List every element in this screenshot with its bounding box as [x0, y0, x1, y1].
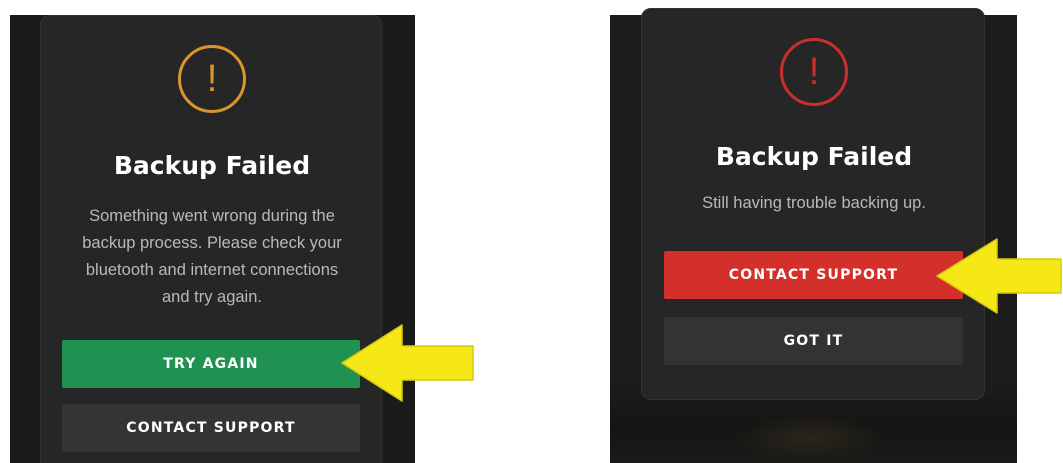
left-pointing-arrow-icon	[341, 324, 474, 402]
exclamation-circle-icon: !	[178, 45, 246, 113]
left-pointing-arrow-icon	[936, 238, 1062, 314]
contact-support-button[interactable]: CONTACT SUPPORT	[664, 251, 963, 299]
exclamation-circle-icon: !	[780, 38, 848, 106]
alert-glyph: !	[206, 57, 218, 100]
try-again-button[interactable]: TRY AGAIN	[62, 340, 360, 388]
got-it-button[interactable]: GOT IT	[664, 317, 963, 365]
dialog-message: Still having trouble backing up.	[702, 194, 926, 212]
contact-support-button[interactable]: CONTACT SUPPORT	[62, 404, 360, 452]
dialog-title: Backup Failed	[715, 142, 913, 171]
alert-glyph: !	[808, 50, 820, 93]
message-line: backup process. Please check your	[82, 234, 342, 252]
message-line: bluetooth and internet connections	[85, 261, 339, 279]
background-blur	[730, 413, 890, 463]
dialog-title: Backup Failed	[113, 151, 311, 180]
screenshot-canvas: ! Backup Failed Something went wrong dur…	[0, 0, 1063, 463]
dialog-message: Something went wrong during the backup p…	[55, 203, 369, 311]
message-line: and try again.	[162, 288, 262, 306]
message-line: Something went wrong during the	[89, 207, 335, 225]
